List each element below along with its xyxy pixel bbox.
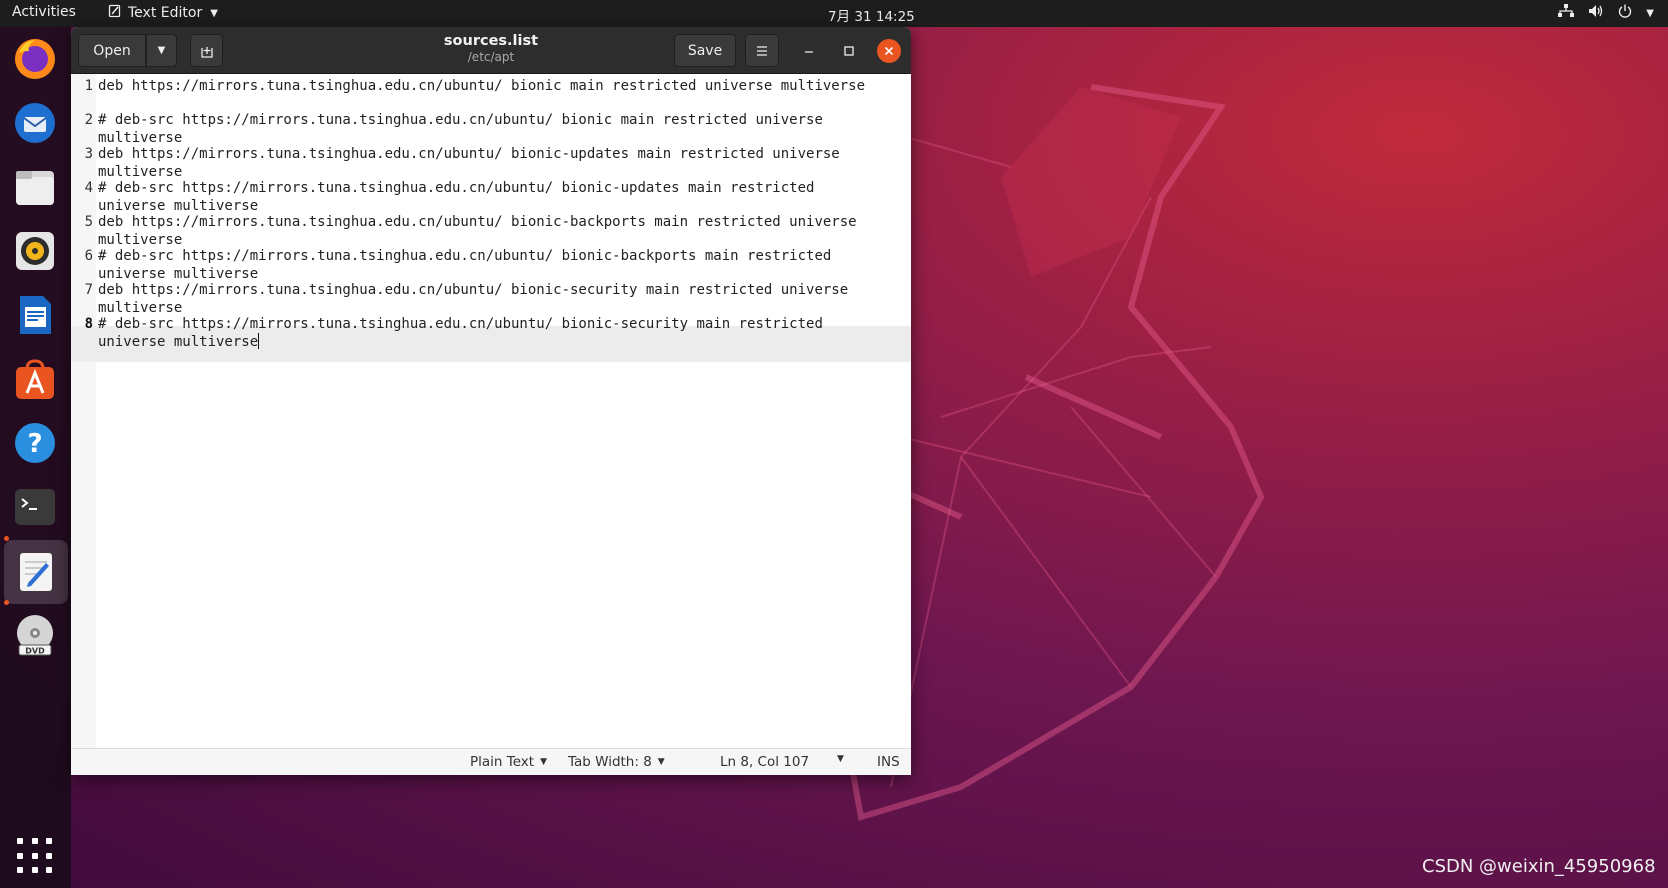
tab-width-label: Tab Width: 8	[568, 754, 652, 770]
folder-icon	[16, 171, 54, 205]
text-editor-icon	[108, 4, 122, 22]
text-editor-window: Open ▼ sources.list /etc/apt Save 1 deb …	[71, 27, 911, 775]
clock[interactable]: 7月 31 14:25	[828, 5, 915, 25]
line-text[interactable]: deb https://mirrors.tuna.tsinghua.edu.cn…	[98, 77, 883, 95]
minimize-button[interactable]	[797, 39, 821, 63]
line-text[interactable]: # deb-src https://mirrors.tuna.tsinghua.…	[98, 315, 883, 351]
dock-ubuntu-software[interactable]	[11, 355, 59, 403]
power-icon	[1618, 4, 1632, 22]
text-editor-icon	[20, 553, 52, 591]
text-cursor	[258, 333, 260, 349]
close-icon	[884, 46, 894, 56]
line-number: 3	[84, 146, 93, 162]
firefox-icon	[15, 39, 55, 79]
document-title: sources.list	[443, 33, 539, 49]
language-label: Plain Text	[470, 754, 535, 770]
tab-width-selector[interactable]: Tab Width: 8 ▼	[568, 754, 665, 770]
open-dropdown-button[interactable]: ▼	[146, 34, 177, 67]
document-path: /etc/apt	[467, 50, 515, 64]
terminal-icon	[15, 489, 55, 525]
app-menu[interactable]: Text Editor ▼	[108, 4, 218, 22]
dock: ? DVD	[0, 27, 71, 888]
chevron-down-icon: ▼	[1646, 7, 1654, 19]
maximize-icon	[844, 46, 854, 56]
dock-help[interactable]: ?	[11, 419, 59, 467]
dock-text-editor[interactable]	[4, 540, 68, 604]
insert-mode-indicator[interactable]: INS	[877, 754, 900, 770]
chevron-down-icon: ▼	[157, 45, 166, 56]
show-applications-button[interactable]	[17, 838, 55, 876]
activities-button[interactable]: Activities	[12, 4, 76, 20]
cursor-position[interactable]: Ln 8, Col 107	[720, 754, 809, 770]
chevron-down-icon: ▼	[837, 754, 844, 764]
line-number: 8	[84, 316, 93, 332]
dock-dvd[interactable]: DVD	[11, 611, 59, 659]
new-document-icon	[200, 46, 213, 58]
chevron-down-icon: ▼	[210, 7, 218, 19]
maximize-button[interactable]	[837, 39, 861, 63]
hamburger-menu-button[interactable]	[745, 34, 779, 67]
text-area[interactable]: 1 deb https://mirrors.tuna.tsinghua.edu.…	[71, 74, 911, 748]
line-number: 4	[84, 180, 93, 196]
open-button[interactable]: Open	[78, 34, 146, 67]
line-text[interactable]: deb https://mirrors.tuna.tsinghua.edu.cn…	[98, 145, 883, 181]
cursor-position-label: Ln 8, Col 107	[720, 754, 810, 770]
svg-text:DVD: DVD	[25, 647, 45, 656]
line-number-gutter	[71, 74, 96, 748]
volume-icon	[1588, 4, 1604, 22]
speaker-icon	[16, 232, 54, 270]
dock-terminal[interactable]	[11, 483, 59, 531]
dvd-icon: DVD	[17, 615, 53, 656]
menu-icon	[757, 45, 767, 56]
line-number: 2	[84, 112, 93, 128]
minimize-icon	[805, 51, 813, 53]
window-title: sources.list /etc/apt	[371, 33, 611, 64]
watermark: CSDN @weixin_45950968	[1422, 856, 1656, 877]
header-bar: Open ▼ sources.list /etc/apt Save	[71, 27, 911, 74]
line-text[interactable]: # deb-src https://mirrors.tuna.tsinghua.…	[98, 111, 883, 147]
thunderbird-icon	[15, 103, 55, 143]
shopping-bag-icon	[16, 359, 54, 399]
cursor-position-dropdown[interactable]: ▼	[837, 754, 844, 764]
system-tray[interactable]: ▼	[1558, 4, 1654, 22]
line-text[interactable]: deb https://mirrors.tuna.tsinghua.edu.cn…	[98, 213, 883, 249]
top-bar: Activities Text Editor ▼ 7月 31 14:25 ▼	[0, 0, 1668, 27]
line-number: 6	[84, 248, 93, 264]
new-tab-button[interactable]	[190, 34, 223, 67]
chevron-down-icon: ▼	[540, 757, 547, 767]
line-number: 5	[84, 214, 93, 230]
line-number: 7	[84, 282, 93, 298]
app-menu-label: Text Editor	[128, 5, 203, 21]
language-selector[interactable]: Plain Text ▼	[470, 754, 547, 770]
line-text[interactable]: # deb-src https://mirrors.tuna.tsinghua.…	[98, 179, 883, 215]
dock-files[interactable]	[11, 163, 59, 211]
line-text-content: # deb-src https://mirrors.tuna.tsinghua.…	[98, 316, 832, 350]
help-icon: ?	[15, 423, 55, 463]
dock-rhythmbox[interactable]	[11, 227, 59, 275]
dock-thunderbird[interactable]	[11, 99, 59, 147]
network-icon	[1558, 4, 1575, 22]
dock-libreoffice-writer[interactable]	[11, 291, 59, 339]
svg-text:?: ?	[27, 429, 42, 459]
chevron-down-icon: ▼	[657, 757, 665, 767]
line-text[interactable]: deb https://mirrors.tuna.tsinghua.edu.cn…	[98, 281, 883, 317]
insert-mode-label: INS	[877, 754, 900, 770]
save-button[interactable]: Save	[674, 34, 736, 67]
dock-firefox[interactable]	[11, 35, 59, 83]
line-number: 1	[84, 78, 93, 94]
document-icon	[20, 296, 51, 334]
running-indicator	[4, 600, 9, 605]
close-button[interactable]	[877, 39, 901, 63]
status-bar: Plain Text ▼ Tab Width: 8 ▼ Ln 8, Col 10…	[71, 748, 911, 775]
line-text[interactable]: # deb-src https://mirrors.tuna.tsinghua.…	[98, 247, 883, 283]
